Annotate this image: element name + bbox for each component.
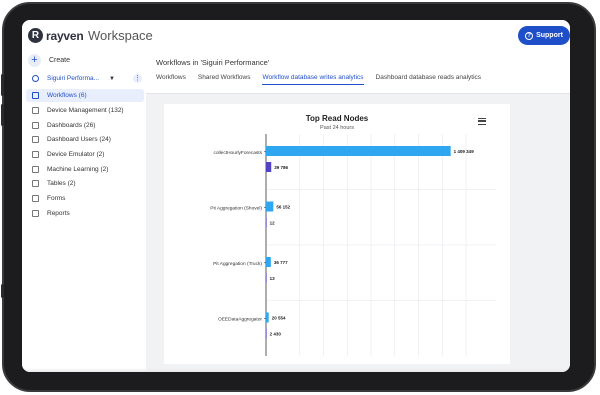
device-icon bbox=[32, 107, 39, 114]
page-title: Workflows in 'Siguiri Performance' bbox=[156, 58, 270, 67]
bar[interactable] bbox=[266, 217, 267, 228]
sidebar: + Create Siguiri Performa... ▼ ⋮ Workflo… bbox=[22, 52, 146, 372]
emulator-icon bbox=[32, 151, 39, 158]
tab-workflow-db-writes[interactable]: Workflow database writes analytics bbox=[262, 74, 364, 85]
support-label: Support bbox=[536, 32, 563, 39]
bar[interactable] bbox=[266, 146, 451, 156]
sidebar-item-label: Reports bbox=[47, 210, 70, 217]
tab-workflows[interactable]: Workflows bbox=[156, 74, 186, 85]
workflows-header: Workflows in 'Siguiri Performance' Workf… bbox=[146, 52, 570, 94]
database-icon bbox=[32, 75, 39, 82]
data-label: 20 554 bbox=[272, 316, 286, 321]
data-label: 56 152 bbox=[276, 205, 290, 210]
sidebar-item-dashboard-users[interactable]: Dashboard Users (24) bbox=[26, 133, 144, 146]
category-label: collectHourlyForecasts bbox=[213, 150, 262, 156]
more-options-icon[interactable]: ⋮ bbox=[133, 74, 142, 83]
data-label: 39 786 bbox=[274, 165, 288, 170]
chevron-down-icon: ▼ bbox=[109, 75, 115, 82]
bar[interactable] bbox=[266, 257, 271, 267]
sidebar-item-device-management[interactable]: Device Management (132) bbox=[26, 104, 144, 117]
question-icon: ? bbox=[525, 31, 534, 40]
chart-panel: Top Read Nodes Past 24 hours collectHour… bbox=[164, 104, 510, 364]
bar[interactable] bbox=[266, 328, 267, 339]
table-icon bbox=[32, 180, 39, 187]
bar[interactable] bbox=[266, 201, 274, 212]
bar-chart: collectHourlyForecasts 1 409 349 39 786 Pit… bbox=[210, 134, 496, 356]
sidebar-item-forms[interactable]: Forms bbox=[26, 192, 144, 205]
bar[interactable] bbox=[266, 273, 267, 283]
tab-dashboard-db-reads[interactable]: Dashboard database reads analytics bbox=[376, 74, 482, 85]
tab-shared-workflows[interactable]: Shared Workflows bbox=[198, 74, 251, 85]
sidebar-item-label: Workflows (6) bbox=[47, 92, 87, 99]
sidebar-item-label: Tables (2) bbox=[47, 180, 76, 187]
users-icon bbox=[32, 136, 39, 143]
data-label: 13 bbox=[270, 276, 276, 281]
tablet-side-button bbox=[1, 74, 4, 96]
sidebar-item-label: Dashboard Users (24) bbox=[47, 136, 111, 143]
category-label: Pit Aggregation (Shovel) bbox=[210, 205, 262, 211]
category-label: OEEDataAggregator bbox=[218, 316, 262, 322]
data-label: 36 777 bbox=[274, 260, 288, 265]
sidebar-item-workflows[interactable]: Workflows (6) bbox=[26, 89, 144, 102]
bar[interactable] bbox=[266, 312, 269, 323]
plus-icon: + bbox=[28, 54, 41, 67]
ml-icon bbox=[32, 166, 39, 173]
create-button[interactable]: + Create bbox=[28, 54, 70, 67]
screen-bottom-edge bbox=[22, 368, 570, 372]
category-label: Pit Aggregation (Truck) bbox=[213, 261, 262, 267]
workspace-title: Workspace bbox=[88, 28, 153, 43]
bar[interactable] bbox=[266, 162, 272, 172]
sidebar-item-machine-learning[interactable]: Machine Learning (2) bbox=[26, 163, 144, 176]
sidebar-item-label: Machine Learning (2) bbox=[47, 166, 109, 173]
reports-icon bbox=[32, 210, 39, 217]
sidebar-item-label: Forms bbox=[47, 195, 66, 202]
sidebar-item-label: Dashboards (26) bbox=[47, 122, 96, 129]
tablet-side-button bbox=[1, 104, 4, 126]
project-label: Siguiri Performa... bbox=[47, 75, 100, 82]
workflow-icon bbox=[32, 92, 39, 99]
dashboard-icon bbox=[32, 122, 39, 129]
sidebar-item-dashboards[interactable]: Dashboards (26) bbox=[26, 119, 144, 132]
main-content: Workflows in 'Siguiri Performance' Workf… bbox=[146, 52, 570, 372]
sidebar-item-label: Device Management (132) bbox=[47, 107, 124, 114]
forms-icon bbox=[32, 195, 39, 202]
sidebar-item-reports[interactable]: Reports bbox=[26, 207, 144, 220]
data-label: 12 bbox=[270, 221, 276, 226]
sidebar-item-device-emulator[interactable]: Device Emulator (2) bbox=[26, 148, 144, 161]
sidebar-item-label: Device Emulator (2) bbox=[47, 151, 105, 158]
data-label: 2 430 bbox=[270, 332, 282, 337]
tab-bar: Workflows Shared Workflows Workflow data… bbox=[156, 74, 481, 85]
project-selector[interactable]: Siguiri Performa... ▼ ⋮ bbox=[26, 72, 144, 85]
support-button[interactable]: ? Support bbox=[518, 26, 570, 45]
data-label: 1 409 349 bbox=[454, 149, 475, 154]
rayven-logo-icon: R bbox=[28, 28, 43, 43]
sidebar-item-tables[interactable]: Tables (2) bbox=[26, 177, 144, 190]
create-label: Create bbox=[49, 57, 71, 64]
app-screen: R rayven Workspace ? Support + Create Si… bbox=[22, 20, 570, 372]
rayven-logo-text: rayven bbox=[46, 29, 84, 43]
top-bar: R rayven Workspace ? Support bbox=[22, 20, 570, 52]
tablet-side-button bbox=[1, 284, 4, 298]
